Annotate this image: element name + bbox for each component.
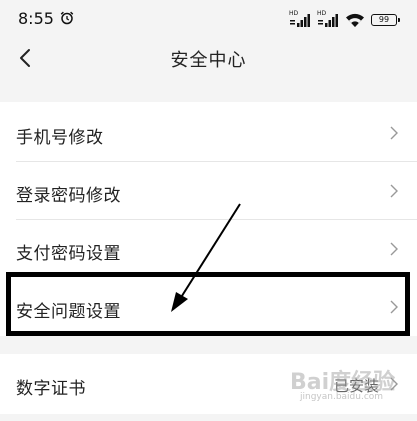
chevron-right-icon bbox=[390, 377, 398, 391]
menu-item-change-login-password[interactable]: 登录密码修改 bbox=[0, 162, 417, 220]
security-settings-list: 手机号修改 登录密码修改 支付密码设置 安全问题设置 bbox=[0, 102, 417, 336]
status-bar: 8:55 HD HD 99 bbox=[0, 0, 417, 38]
chevron-right-icon bbox=[390, 242, 398, 256]
cell-signal-icon: HD bbox=[317, 11, 339, 28]
status-indicators: HD HD 99 bbox=[289, 10, 400, 28]
menu-item-label: 数字证书 bbox=[16, 379, 86, 399]
menu-item-security-question[interactable]: 安全问题设置 bbox=[0, 278, 417, 336]
menu-item-change-phone[interactable]: 手机号修改 bbox=[0, 104, 417, 162]
certificate-status: 已安装 bbox=[333, 377, 379, 395]
chevron-right-icon bbox=[390, 300, 398, 314]
wifi-icon bbox=[346, 13, 364, 27]
status-time: 8:55 bbox=[18, 9, 54, 28]
menu-item-label: 安全问题设置 bbox=[16, 302, 121, 322]
battery-level: 99 bbox=[378, 15, 390, 24]
menu-item-label: 登录密码修改 bbox=[16, 186, 121, 206]
page-title: 安全中心 bbox=[170, 50, 247, 71]
nav-bar: 安全中心 bbox=[0, 38, 417, 78]
cell-signal-icon: HD bbox=[289, 11, 311, 28]
menu-item-label: 手机号修改 bbox=[16, 128, 104, 148]
battery-icon: 99 bbox=[371, 14, 400, 26]
alarm-clock-icon bbox=[60, 11, 74, 25]
menu-item-digital-certificate[interactable]: 数字证书 已安装 bbox=[0, 355, 417, 413]
menu-item-label: 支付密码设置 bbox=[16, 244, 121, 264]
chevron-right-icon bbox=[390, 126, 398, 140]
chevron-right-icon bbox=[390, 184, 398, 198]
menu-item-payment-password[interactable]: 支付密码设置 bbox=[0, 220, 417, 278]
digital-certificate-section: 数字证书 已安装 bbox=[0, 354, 417, 414]
